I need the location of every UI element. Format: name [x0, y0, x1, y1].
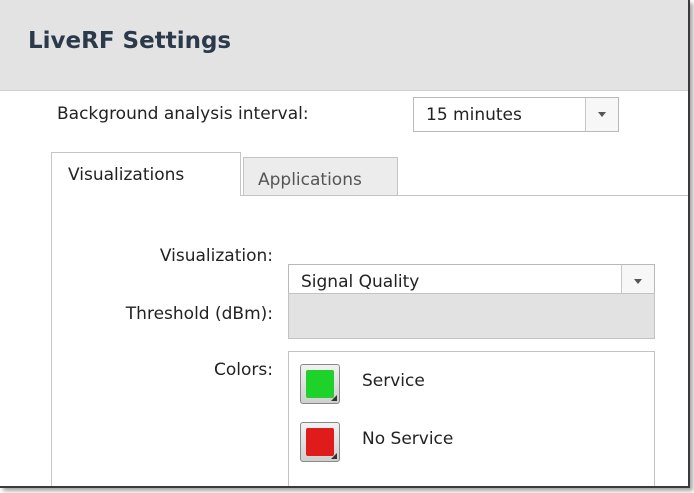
threshold-input[interactable] — [288, 293, 655, 339]
interval-dropdown-button[interactable] — [585, 98, 618, 131]
tab-applications[interactable]: Applications — [243, 157, 398, 196]
tab-visualizations[interactable]: Visualizations — [51, 152, 241, 196]
service-color-fill — [306, 370, 334, 398]
panel-header: LiveRF Settings — [0, 0, 688, 91]
tab-label: Visualizations — [68, 165, 185, 185]
chevron-down-icon — [598, 112, 606, 117]
corner-indicator-icon — [331, 395, 337, 401]
chevron-down-icon — [634, 279, 642, 284]
service-color-label: Service — [362, 371, 425, 391]
interval-select[interactable]: 15 minutes — [413, 97, 619, 132]
no-service-color-fill — [306, 428, 334, 456]
no-service-color-label: No Service — [362, 429, 454, 449]
interval-label: Background analysis interval: — [57, 104, 309, 124]
corner-indicator-icon — [331, 453, 337, 459]
panel-title: LiveRF Settings — [28, 28, 232, 54]
visualization-label: Visualization: — [159, 246, 273, 266]
no-service-color-swatch[interactable] — [300, 422, 340, 462]
colors-label: Colors: — [214, 360, 273, 380]
service-color-swatch[interactable] — [300, 364, 340, 404]
visualization-select-value: Signal Quality — [301, 272, 420, 292]
interval-select-value: 15 minutes — [426, 105, 522, 125]
threshold-label: Threshold (dBm): — [125, 304, 273, 324]
liverf-settings-panel: LiveRF Settings Background analysis inte… — [0, 0, 690, 488]
tab-label: Applications — [258, 170, 362, 190]
colors-list: Service No Service — [288, 351, 655, 486]
